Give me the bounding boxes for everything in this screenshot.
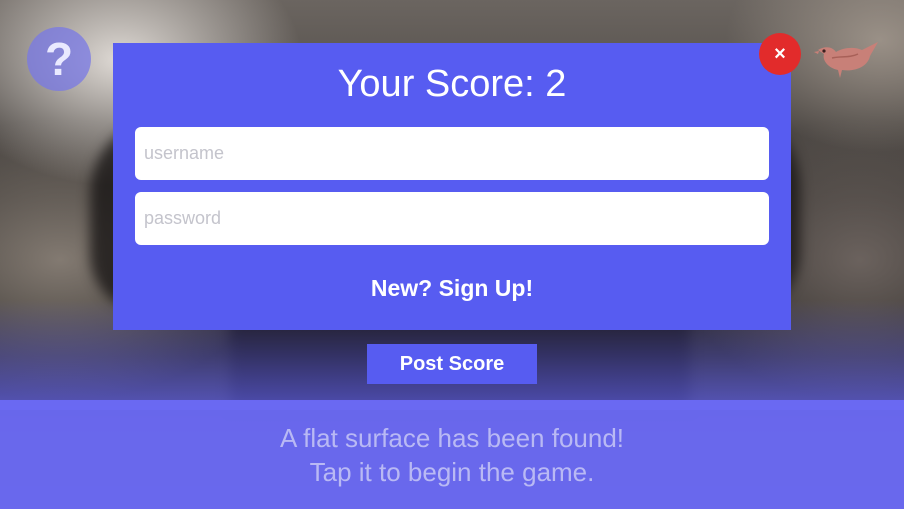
score-modal: Your Score: 2 New? Sign Up! (113, 43, 791, 330)
banner-line-1: A flat surface has been found! (279, 422, 625, 453)
close-icon: × (774, 43, 786, 65)
password-input[interactable] (135, 192, 769, 245)
bird-icon[interactable] (810, 36, 880, 80)
ar-game-screen: ? Your Score: 2 New? Sign Up! × Post Sco… (0, 0, 904, 509)
close-button[interactable]: × (759, 33, 801, 75)
status-banner: A flat surface has been found! Tap it to… (0, 400, 904, 509)
help-button[interactable]: ? (27, 27, 91, 91)
help-icon: ? (44, 33, 74, 85)
username-input[interactable] (135, 127, 769, 180)
banner-line-2: Tap it to begin the game. (309, 456, 595, 487)
signup-link[interactable]: New? Sign Up! (113, 275, 791, 302)
score-title: Your Score: 2 (337, 63, 567, 105)
post-score-button[interactable]: Post Score (367, 344, 537, 384)
